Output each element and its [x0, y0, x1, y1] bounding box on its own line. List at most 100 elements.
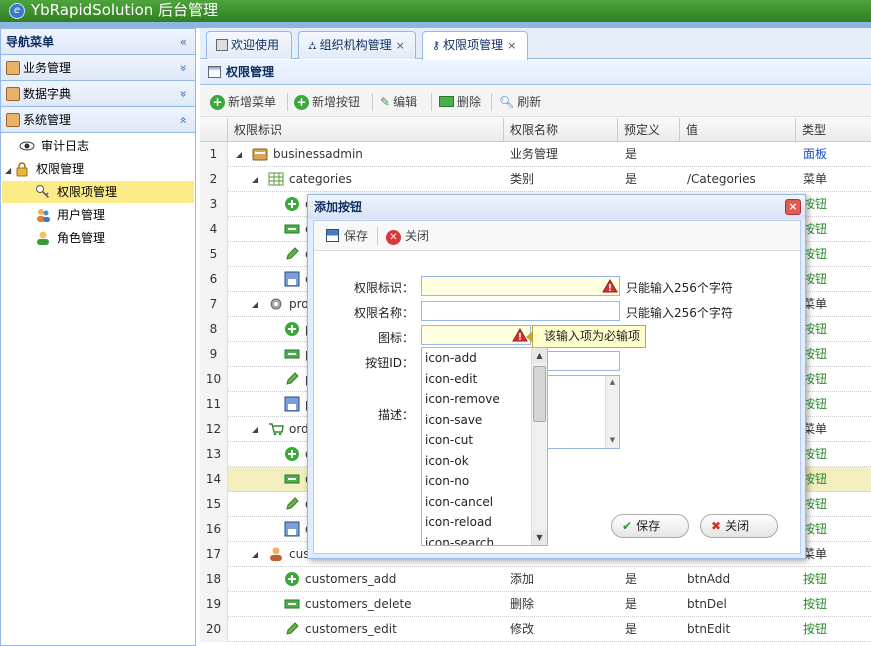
tree-toggle-icon[interactable]: ◢: [5, 166, 11, 175]
grid-header-name[interactable]: 权限名称: [504, 118, 618, 142]
cell-id: customers_delete: [305, 597, 412, 611]
cell-type: 按钮: [803, 597, 828, 611]
delete-button[interactable]: 删除: [439, 91, 481, 113]
nav-section-dictionary[interactable]: 数据字典 »: [1, 81, 195, 107]
dropdown-option[interactable]: icon-cancel: [422, 492, 532, 512]
dialog-titlebar[interactable]: 添加按钮 ×: [308, 195, 805, 219]
dropdown-option[interactable]: icon-reload: [422, 512, 532, 532]
dialog-close-icon[interactable]: ×: [785, 199, 801, 215]
dropdown-option[interactable]: icon-no: [422, 471, 532, 491]
footer-save-button[interactable]: ✔ 保存: [611, 514, 689, 538]
tab-organization[interactable]: ⛼ 组织机构管理 ×: [298, 31, 416, 59]
row-number: 12: [200, 417, 228, 442]
tab-close-icon[interactable]: ×: [507, 39, 516, 52]
dropdown-option[interactable]: icon-add: [422, 348, 532, 368]
pencil-icon: [286, 622, 299, 635]
warning-icon: [602, 279, 618, 293]
edit-button[interactable]: ✎ 编辑: [380, 91, 417, 113]
pencil-icon: [286, 247, 299, 260]
table-row[interactable]: 2 ◢ categories 类别 是/Categories 菜单: [200, 167, 871, 192]
cell-value: btnDel: [687, 597, 727, 611]
dictionary-icon: [6, 87, 20, 101]
row-number: 9: [200, 342, 228, 367]
cell-predefined: 是: [625, 597, 638, 611]
table-icon: [268, 172, 284, 186]
cell-name: 添加: [510, 572, 535, 586]
dropdown-scrollbar[interactable]: ▲ ▼: [531, 348, 547, 545]
scroll-up-icon[interactable]: ▲: [532, 348, 547, 363]
tree-item-users[interactable]: 用户管理: [35, 204, 185, 226]
add-button-button[interactable]: + 新增按钮: [294, 91, 360, 113]
tree-item-permission-items[interactable]: 权限项管理: [2, 181, 194, 203]
grid-header-value[interactable]: 值: [680, 118, 796, 142]
toolbar: + 新增菜单 + 新增按钮 ✎ 编辑 删除 🔍︎ 刷新: [200, 86, 871, 117]
grid-header-id[interactable]: 权限标识: [228, 118, 504, 142]
dropdown-option[interactable]: icon-remove: [422, 389, 532, 409]
table-row[interactable]: 1 ◢ businessadmin 业务管理 是 面板: [200, 142, 871, 167]
cell-name: 删除: [510, 597, 535, 611]
table-row[interactable]: 18 customers_add 添加 是 btnAdd 按钮: [200, 567, 871, 592]
perm-id-input[interactable]: [421, 276, 620, 296]
row-number: 16: [200, 517, 228, 542]
folder-icon: [252, 148, 268, 161]
refresh-button[interactable]: 🔍︎ 刷新: [499, 91, 541, 113]
collapse-nav-icon[interactable]: «: [180, 29, 187, 55]
nav-header: 导航菜单 «: [1, 29, 195, 55]
button-label: 新增菜单: [228, 95, 277, 109]
nav-section-system[interactable]: 系统管理 «: [1, 107, 195, 133]
cell-type: 菜单: [803, 172, 828, 186]
panel-icon: [208, 66, 221, 78]
expand-icon[interactable]: »: [170, 64, 196, 71]
dropdown-option[interactable]: icon-edit: [422, 369, 532, 389]
person-icon: [270, 547, 282, 561]
tree-toggle-icon[interactable]: ◢: [252, 292, 258, 317]
check-icon: ✔: [622, 519, 633, 533]
remove-icon: [284, 599, 300, 609]
lock-icon: [16, 162, 28, 177]
expand-icon[interactable]: »: [170, 90, 196, 97]
tree-toggle-icon[interactable]: ◢: [236, 142, 242, 167]
tree-item-permission[interactable]: ◢ 权限管理: [5, 158, 185, 180]
row-number: 2: [200, 167, 228, 192]
perm-name-input[interactable]: [421, 301, 620, 321]
tab-label: 权限项管理: [443, 38, 504, 52]
tree-toggle-icon[interactable]: ◢: [252, 542, 258, 567]
textarea-scrollbar[interactable]: ▲ ▼: [605, 376, 619, 448]
grid-header-predefined[interactable]: 预定义: [618, 118, 680, 142]
nav-section-business[interactable]: 业务管理 »: [1, 55, 195, 81]
dialog-close-button[interactable]: ✕ 关闭: [386, 225, 429, 247]
toolbar-separator: [377, 227, 378, 245]
collapse-icon[interactable]: «: [170, 116, 196, 123]
button-label: 新增按钮: [312, 95, 361, 109]
button-label: 关闭: [405, 229, 430, 243]
grid-header-type[interactable]: 类型: [796, 118, 871, 142]
cell-id: businessadmin: [273, 147, 363, 161]
row-number: 8: [200, 317, 228, 342]
grid-header-rownum: [200, 118, 228, 142]
tab-permission-items[interactable]: ⚷ 权限项管理 ×: [422, 31, 528, 60]
scroll-down-icon[interactable]: ▼: [532, 530, 547, 545]
tree-toggle-icon[interactable]: ◢: [252, 167, 258, 192]
grid-header: 权限标识 权限名称 预定义 值 类型: [200, 118, 871, 142]
add-menu-button[interactable]: + 新增菜单: [210, 91, 276, 113]
save-icon: [284, 521, 300, 537]
tree-item-audit[interactable]: 审计日志: [19, 135, 189, 157]
tree-item-roles[interactable]: 角色管理: [35, 227, 185, 249]
dropdown-option[interactable]: icon-save: [422, 410, 532, 430]
cell-predefined: 是: [625, 172, 638, 186]
toolbar-separator: [431, 93, 432, 111]
tab-welcome[interactable]: 欢迎使用: [206, 31, 292, 59]
footer-close-button[interactable]: ✖ 关闭: [700, 514, 778, 538]
tab-close-icon[interactable]: ×: [396, 39, 405, 52]
dropdown-option[interactable]: icon-search: [422, 533, 532, 546]
table-row[interactable]: 19 customers_delete 删除 是 btnDel 按钮: [200, 592, 871, 617]
dialog-save-button[interactable]: 保存: [326, 225, 368, 247]
cell-value: btnEdit: [687, 622, 731, 636]
cell-type: 按钮: [803, 447, 828, 461]
table-row[interactable]: 20 customers_edit 修改 是 btnEdit 按钮: [200, 617, 871, 642]
dropdown-option[interactable]: icon-ok: [422, 451, 532, 471]
tree-label: 用户管理: [57, 208, 106, 222]
dropdown-option[interactable]: icon-cut: [422, 430, 532, 450]
tree-toggle-icon[interactable]: ◢: [252, 417, 258, 442]
scroll-thumb[interactable]: [533, 366, 546, 422]
